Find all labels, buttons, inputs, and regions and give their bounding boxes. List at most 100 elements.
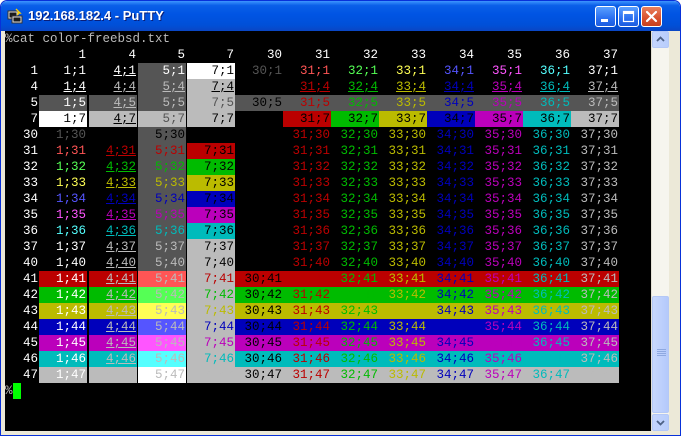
ansi-cell: 37;47 <box>571 367 619 383</box>
ansi-cell: 30;32 <box>244 160 282 174</box>
ansi-cell: 37;44 <box>571 319 619 335</box>
ansi-cell: 35;5 <box>475 95 523 111</box>
ansi-cell: 30;44 <box>235 319 283 335</box>
ansi-cell: 34;33 <box>436 176 474 190</box>
ansi-cell: 4;35 <box>105 208 136 222</box>
ansi-cell: 1;32 <box>55 160 86 174</box>
ansi-cell: 37;30 <box>580 128 618 142</box>
ansi-cell: 1;36 <box>55 224 86 238</box>
ansi-cell: 7;32 <box>187 159 235 175</box>
minimize-button[interactable] <box>595 6 616 27</box>
ansi-cell: 7;34 <box>187 191 235 207</box>
row-label-45: 45 <box>22 336 38 350</box>
ansi-cell: 7;36 <box>187 223 235 239</box>
scroll-down-button[interactable] <box>652 414 669 431</box>
ansi-cell: 37;7 <box>571 111 619 127</box>
row-label-37: 37 <box>22 240 38 254</box>
command-line: %cat color-freebsd.txt <box>5 32 171 46</box>
ansi-cell: 36;43 <box>523 303 571 319</box>
ansi-cell: 37;35 <box>580 208 618 222</box>
ansi-cell: 7;45 <box>187 335 235 351</box>
ansi-cell: 30;47 <box>235 367 283 383</box>
ansi-cell: 7;33 <box>187 175 235 191</box>
ansi-cell: 36;31 <box>532 144 570 158</box>
ansi-cell: 37;46 <box>571 351 619 367</box>
ansi-cell: 1;30 <box>55 128 86 142</box>
ansi-cell: 4;41 <box>89 271 137 287</box>
scroll-up-button[interactable] <box>652 31 669 48</box>
ansi-cell: 31;40 <box>283 255 331 271</box>
ansi-cell: 1;42 <box>39 287 87 303</box>
ansi-cell: 33;7 <box>379 111 427 127</box>
column-header-37: 37 <box>602 48 618 62</box>
ansi-cell: 32;44 <box>331 319 379 335</box>
ansi-cell: 30;33 <box>244 176 282 190</box>
ansi-cell: 4;46 <box>89 351 137 367</box>
row-label-46: 46 <box>22 352 38 366</box>
ansi-cell: 32;46 <box>331 351 379 367</box>
ansi-cell: 37;33 <box>580 176 618 190</box>
ansi-cell: 1;34 <box>55 192 86 206</box>
putty-window: 192.168.182.4 - PuTTY %cat color-freebsd… <box>0 0 681 436</box>
ansi-cell: 34;7 <box>427 111 475 127</box>
ansi-cell: 5;47 <box>138 367 186 383</box>
ansi-cell: 5;37 <box>138 239 186 255</box>
ansi-cell: 7;47 <box>187 367 235 383</box>
row-label-42: 42 <box>22 288 38 302</box>
close-button[interactable] <box>641 6 662 27</box>
ansi-cell: 35;37 <box>484 240 522 254</box>
ansi-cell: 4;30 <box>105 128 136 142</box>
ansi-cell: 33;1 <box>395 64 426 78</box>
ansi-cell: 1;1 <box>63 64 86 78</box>
ansi-cell: 34;35 <box>436 208 474 222</box>
ansi-cell: 36;32 <box>532 160 570 174</box>
terminal-screen[interactable]: %cat color-freebsd.txt % 1 4 5 7 30 31 32 33 34 3… <box>5 31 651 431</box>
ansi-cell: 7;1 <box>187 63 235 79</box>
maximize-button[interactable] <box>618 6 639 27</box>
ansi-cell: 31;31 <box>292 144 330 158</box>
ansi-cell: 33;42 <box>379 287 427 303</box>
ansi-cell: 34;36 <box>436 224 474 238</box>
ansi-cell: 32;45 <box>331 335 379 351</box>
ansi-cell: 7;46 <box>187 351 235 367</box>
ansi-cell: 4;33 <box>105 176 136 190</box>
ansi-cell: 33;32 <box>388 160 426 174</box>
ansi-cell: 31;1 <box>299 64 330 78</box>
ansi-cell: 30;37 <box>244 240 282 254</box>
ansi-cell: 4;7 <box>89 111 137 127</box>
ansi-cell: 31;35 <box>292 208 330 222</box>
row-label-32: 32 <box>22 160 38 174</box>
ansi-cell: 30;42 <box>235 287 283 303</box>
row-label-5: 5 <box>30 96 38 110</box>
ansi-cell: 1;37 <box>55 240 86 254</box>
row-label-30: 30 <box>22 128 38 142</box>
scroll-thumb[interactable] <box>652 296 669 413</box>
ansi-cell: 33;35 <box>388 208 426 222</box>
vertical-scrollbar[interactable] <box>651 31 669 431</box>
ansi-cell: 34;43 <box>427 303 475 319</box>
ansi-cell: 31;34 <box>292 192 330 206</box>
ansi-cell: 4;34 <box>105 192 136 206</box>
ansi-cell: 35;30 <box>484 128 522 142</box>
ansi-cell: 5;32 <box>138 159 186 175</box>
ansi-cell: 34;30 <box>436 128 474 142</box>
ansi-cell: 1;35 <box>55 208 86 222</box>
ansi-cell: 32;7 <box>331 111 379 127</box>
title-bar[interactable]: 192.168.182.4 - PuTTY <box>1 1 680 31</box>
ansi-cell: 33;36 <box>388 224 426 238</box>
ansi-cell: 35;47 <box>475 367 523 383</box>
ansi-cell: 33;47 <box>379 367 427 383</box>
ansi-cell: 32;43 <box>331 303 379 319</box>
ansi-cell: 36;40 <box>523 255 571 271</box>
ansi-cell: 1;31 <box>55 144 86 158</box>
ansi-cell: 5;45 <box>138 335 186 351</box>
ansi-cell: 1;7 <box>39 111 87 127</box>
ansi-cell: 1;46 <box>39 351 87 367</box>
ansi-cell: 31;32 <box>292 160 330 174</box>
ansi-cell: 37;5 <box>571 95 619 111</box>
ansi-cell: 36;47 <box>523 367 571 383</box>
ansi-cell: 5;31 <box>138 143 186 159</box>
ansi-cell: 35;41 <box>475 271 523 287</box>
ansi-cell: 7;4 <box>187 79 235 95</box>
ansi-cell: 4;32 <box>105 160 136 174</box>
